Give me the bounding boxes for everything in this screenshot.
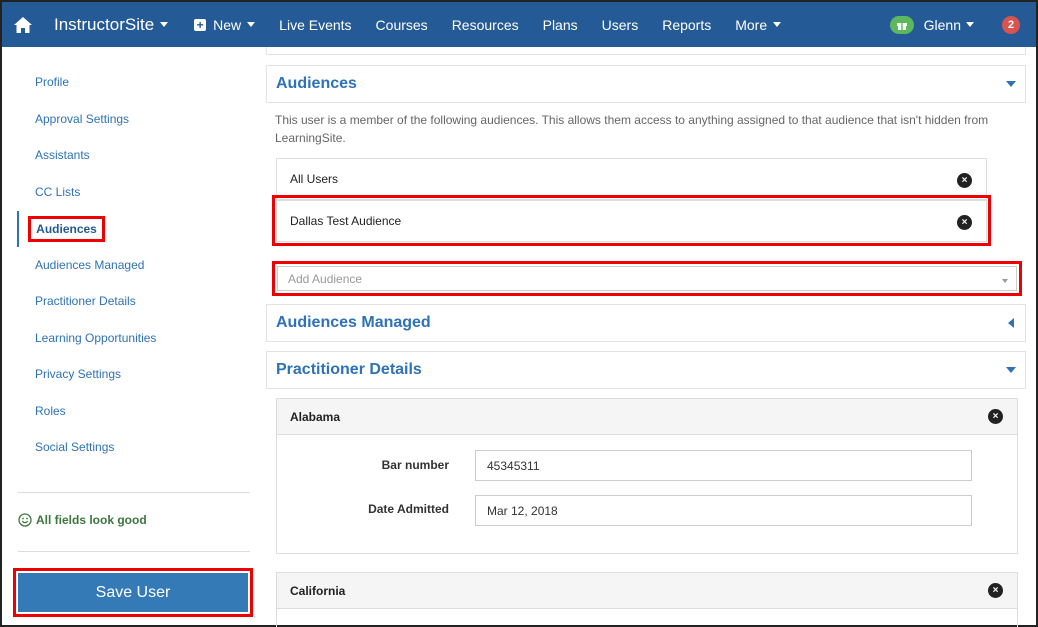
sidebar-item-profile[interactable]: Profile xyxy=(35,75,69,89)
home-icon[interactable] xyxy=(2,2,44,47)
state-card: California × xyxy=(276,572,1018,627)
nav-plans-label: Plans xyxy=(542,16,578,33)
state-name: Alabama xyxy=(290,409,341,424)
sidebar-item-privacy-settings[interactable]: Privacy Settings xyxy=(35,367,121,381)
state-card-header: Alabama × xyxy=(277,399,1017,435)
nav-more-label: More xyxy=(735,16,768,33)
sidebar-item-learning-opportunities[interactable]: Learning Opportunities xyxy=(35,331,156,345)
nav-users-label: Users xyxy=(601,16,639,33)
audience-label: All Users xyxy=(290,172,339,186)
sidebar-item-social-settings[interactable]: Social Settings xyxy=(35,440,114,454)
audiences-managed-title: Audiences Managed xyxy=(276,314,431,331)
nav-live-events-label: Live Events xyxy=(279,16,352,33)
audiences-panel-header[interactable]: Audiences xyxy=(266,65,1026,103)
add-audience-select[interactable]: Add Audience xyxy=(277,266,1017,291)
sidebar-item-practitioner-details[interactable]: Practitioner Details xyxy=(35,294,136,308)
audience-highlight xyxy=(272,195,991,246)
divider xyxy=(18,551,250,552)
sidebar-item-assistants[interactable]: Assistants xyxy=(35,148,90,162)
user-menu[interactable]: Glenn xyxy=(924,17,974,33)
nav-new[interactable]: + New xyxy=(182,2,267,47)
state-card: Alabama × Bar number 45345311 Date Admit… xyxy=(276,398,1018,554)
nav-plans[interactable]: Plans xyxy=(531,2,590,47)
add-audience-placeholder: Add Audience xyxy=(288,271,363,286)
remove-icon[interactable]: × xyxy=(957,173,972,188)
save-user-button[interactable]: Save User xyxy=(18,573,248,612)
caret-down-icon xyxy=(1006,81,1016,87)
smile-icon xyxy=(18,513,32,527)
sidebar-item-audiences[interactable]: Audiences xyxy=(28,216,105,242)
audience-item: All Users × xyxy=(276,158,987,200)
nav-more[interactable]: More xyxy=(723,2,793,47)
nav-resources[interactable]: Resources xyxy=(440,2,531,47)
practitioner-title: Practitioner Details xyxy=(276,361,422,378)
chevron-down-icon xyxy=(247,22,256,27)
brand-name: InstructorSite xyxy=(54,14,155,34)
previous-panel-footer xyxy=(266,47,1026,55)
sidebar-item-audiences-managed[interactable]: Audiences Managed xyxy=(35,258,144,272)
date-admitted-field[interactable]: Mar 12, 2018 xyxy=(475,495,972,526)
validation-status: All fields look good xyxy=(18,513,147,527)
gift-icon[interactable] xyxy=(889,15,914,34)
nav-reports[interactable]: Reports xyxy=(650,2,723,47)
sidebar-item-roles[interactable]: Roles xyxy=(35,404,66,418)
user-name: Glenn xyxy=(923,16,961,33)
chevron-down-icon xyxy=(966,22,974,27)
sidebar-item-approval-settings[interactable]: Approval Settings xyxy=(35,112,129,126)
audiences-managed-panel-header[interactable]: Audiences Managed xyxy=(266,304,1026,342)
audiences-title: Audiences xyxy=(276,75,357,92)
sidebar-item-cc-lists[interactable]: CC Lists xyxy=(35,185,80,199)
chevron-down-icon xyxy=(1002,279,1008,283)
caret-down-icon xyxy=(1006,367,1016,373)
active-indicator xyxy=(17,211,19,247)
nav-courses-label: Courses xyxy=(375,16,428,33)
nav-right: Glenn 2 xyxy=(889,2,1036,47)
nav-users[interactable]: Users xyxy=(590,2,651,47)
plus-icon: + xyxy=(194,18,207,31)
brand-menu[interactable]: InstructorSite xyxy=(54,14,169,35)
date-admitted-label: Date Admitted xyxy=(368,502,449,516)
notification-badge[interactable]: 2 xyxy=(1002,15,1020,34)
nav-reports-label: Reports xyxy=(662,16,712,33)
remove-icon[interactable]: × xyxy=(988,409,1003,424)
bar-number-label: Bar number xyxy=(381,458,449,472)
chevron-down-icon xyxy=(773,22,782,27)
practitioner-panel-header[interactable]: Practitioner Details xyxy=(266,351,1026,389)
state-name: California xyxy=(290,583,346,598)
remove-icon[interactable]: × xyxy=(988,583,1003,598)
validation-status-text: All fields look good xyxy=(36,513,147,527)
nav-live-events[interactable]: Live Events xyxy=(267,2,363,47)
top-nav: InstructorSite + New Live Events Courses… xyxy=(2,2,1036,47)
sidebar: Profile Approval Settings Assistants CC … xyxy=(2,47,262,627)
state-card-header: California × xyxy=(277,573,1017,609)
add-audience-highlight: Add Audience xyxy=(272,261,1022,296)
caret-left-icon xyxy=(1008,318,1014,328)
bar-number-field[interactable]: 45345311 xyxy=(475,450,972,481)
nav-resources-label: Resources xyxy=(451,16,519,33)
nav-new-label: New xyxy=(213,16,242,33)
chevron-down-icon xyxy=(160,22,169,27)
nav-courses[interactable]: Courses xyxy=(364,2,440,47)
save-button-highlight: Save User xyxy=(13,568,253,617)
divider xyxy=(18,492,250,493)
audiences-description: This user is a member of the following a… xyxy=(275,113,989,145)
